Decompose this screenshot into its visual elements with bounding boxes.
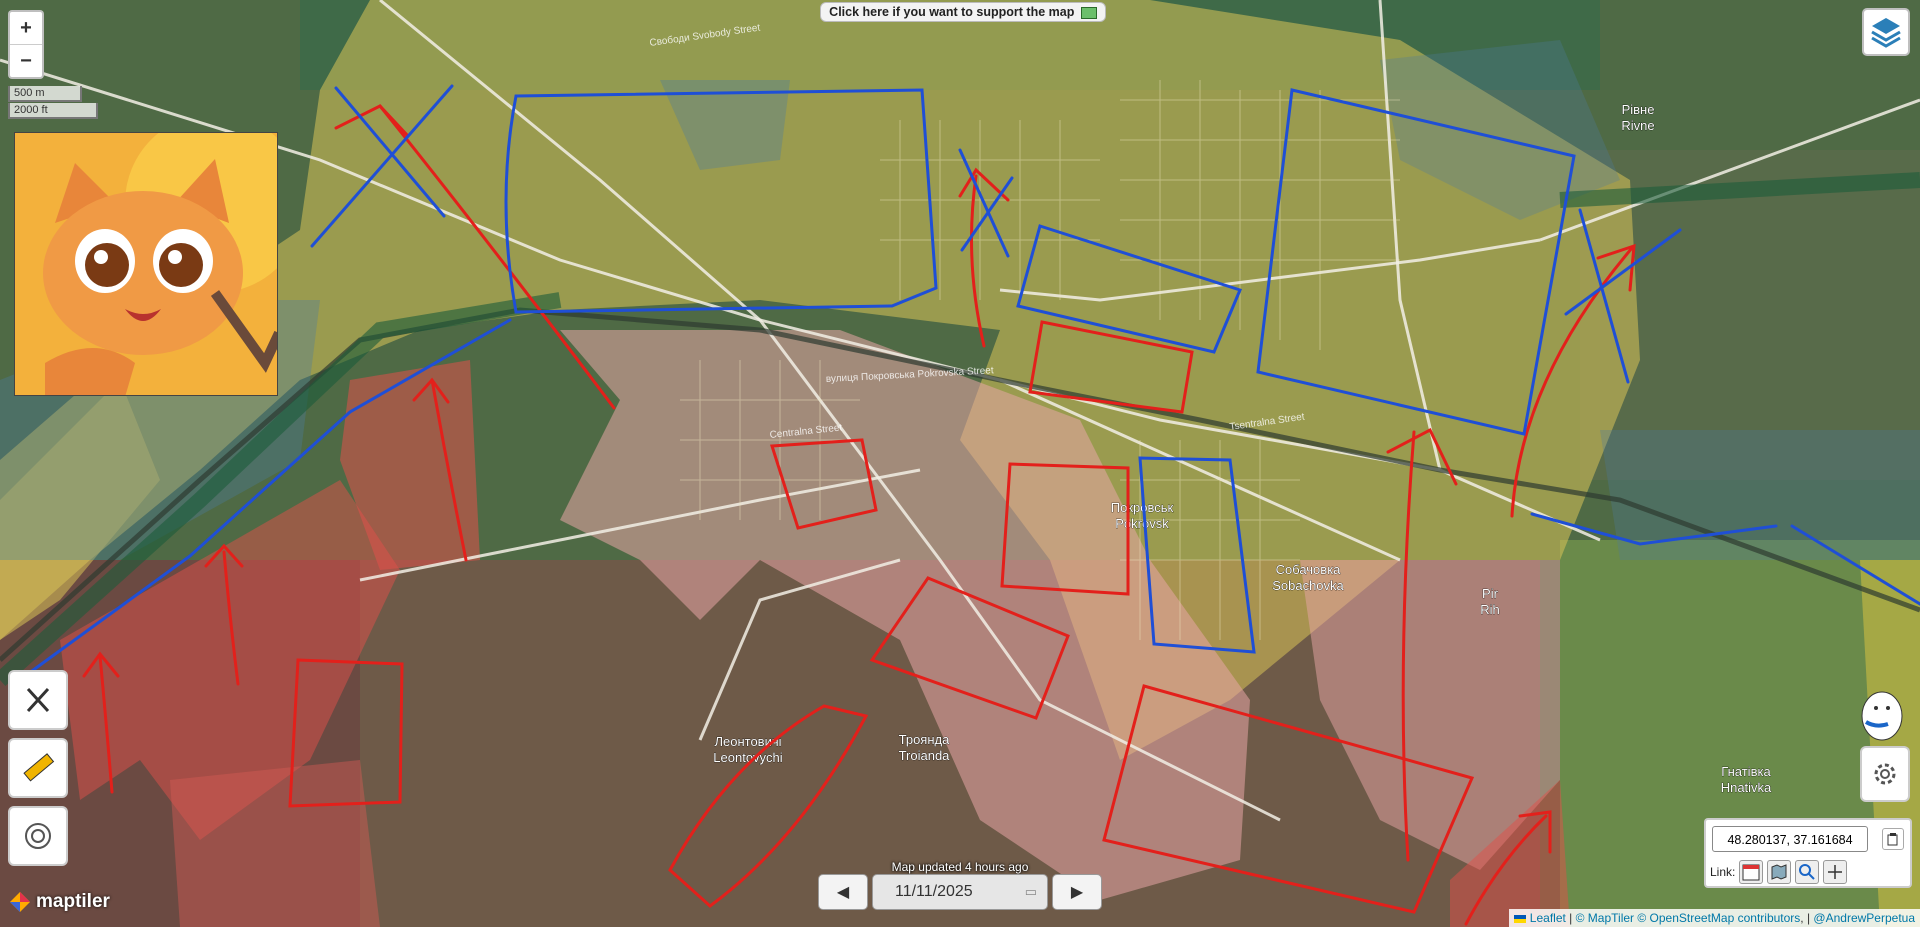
date-navigator: ◀ 11/11/2025 ▭ ▶ [818, 874, 1102, 910]
leaflet-link[interactable]: Leaflet [1530, 911, 1566, 925]
crosshair-icon [1828, 865, 1843, 879]
scale-imperial: 2000 ft [8, 103, 98, 119]
place-label-troianda-uk: Троянда [899, 732, 950, 747]
support-banner-button[interactable]: Click here if you want to support the ma… [820, 2, 1106, 22]
maptiler-link[interactable]: © MapTiler [1576, 911, 1634, 925]
zoom-in-button[interactable]: + [10, 12, 42, 44]
maptiler-logo[interactable]: maptiler [8, 890, 110, 914]
link-label: Link: [1710, 865, 1736, 879]
map-icon [1771, 864, 1787, 880]
place-label-hnativka-en: Hnativka [1721, 780, 1772, 795]
mascot-sticker [1856, 682, 1904, 742]
place-label-pir: Pir [1482, 586, 1499, 601]
place-label-pokrovsk-en: Pokrovsk [1115, 516, 1169, 531]
place-label-troianda-en: Troianda [899, 748, 951, 763]
layers-button[interactable] [1862, 8, 1910, 56]
grey-zone [1600, 430, 1920, 560]
place-label-hnativka-uk: Гнатівка [1721, 764, 1771, 779]
calendar-link-button[interactable] [1739, 860, 1764, 884]
satellite-map[interactable]: Покровськ Pokrovsk Собачовка Sobachovka … [0, 0, 1920, 927]
copy-coordinates-button[interactable] [1882, 828, 1904, 850]
maptiler-logo-icon [10, 892, 30, 912]
previous-date-button[interactable]: ◀ [818, 874, 868, 910]
mascot-icon [1861, 691, 1903, 741]
cat-avatar-icon [15, 133, 277, 395]
crosshair-link-button[interactable] [1823, 860, 1848, 884]
support-banner-text: Click here if you want to support the ma… [829, 5, 1075, 19]
measure-button[interactable] [8, 738, 68, 798]
gear-icon [1874, 763, 1896, 785]
next-icon: ▶ [1070, 884, 1084, 901]
layers-icon [1871, 18, 1901, 48]
calendar-icon [1742, 864, 1760, 881]
scale-metric: 500 m [8, 86, 82, 102]
contested-zone-red [170, 760, 380, 927]
x-share-button[interactable] [8, 670, 68, 730]
calendar-icon: ▭ [1024, 884, 1037, 899]
search-link-button[interactable] [1795, 860, 1820, 884]
map-link-button[interactable] [1767, 860, 1792, 884]
author-link[interactable]: @AndrewPerpetua [1813, 911, 1915, 925]
x-logo-icon [26, 687, 50, 713]
target-icon [25, 823, 51, 849]
coordinates-panel: 48.280137, 37.161684 Link: [1704, 818, 1912, 888]
osm-link[interactable]: © OpenStreetMap contributors [1637, 911, 1800, 925]
attribution-bar: Leaflet | © MapTiler © OpenStreetMap con… [1509, 909, 1920, 927]
link-row: Link: [1710, 860, 1848, 884]
search-icon [1799, 864, 1816, 880]
date-value: 11/11/2025 [895, 883, 973, 900]
ukraine-flag-icon [1514, 914, 1527, 923]
locate-button[interactable] [8, 806, 68, 866]
place-label-rih: Rih [1480, 602, 1500, 617]
date-picker[interactable]: 11/11/2025 ▭ [872, 874, 1048, 910]
zoom-out-button[interactable]: − [10, 44, 42, 77]
place-label-rivne-en: Rivne [1621, 118, 1654, 133]
author-avatar [14, 132, 278, 396]
copy-icon [1887, 833, 1898, 846]
next-date-button[interactable]: ▶ [1052, 874, 1102, 910]
money-icon [1080, 6, 1097, 19]
prev-icon: ◀ [836, 884, 850, 901]
settings-button[interactable] [1860, 746, 1910, 802]
coordinates-field[interactable]: 48.280137, 37.161684 [1712, 826, 1868, 852]
place-label-sobachovka-en: Sobachovka [1272, 578, 1344, 593]
place-label-rivne-uk: Рівне [1622, 102, 1655, 117]
place-label-sobachovka-uk: Собачовка [1276, 562, 1342, 577]
maptiler-wordmark: maptiler [36, 891, 110, 912]
zoom-control: + − [8, 10, 44, 79]
ruler-icon [23, 753, 55, 782]
